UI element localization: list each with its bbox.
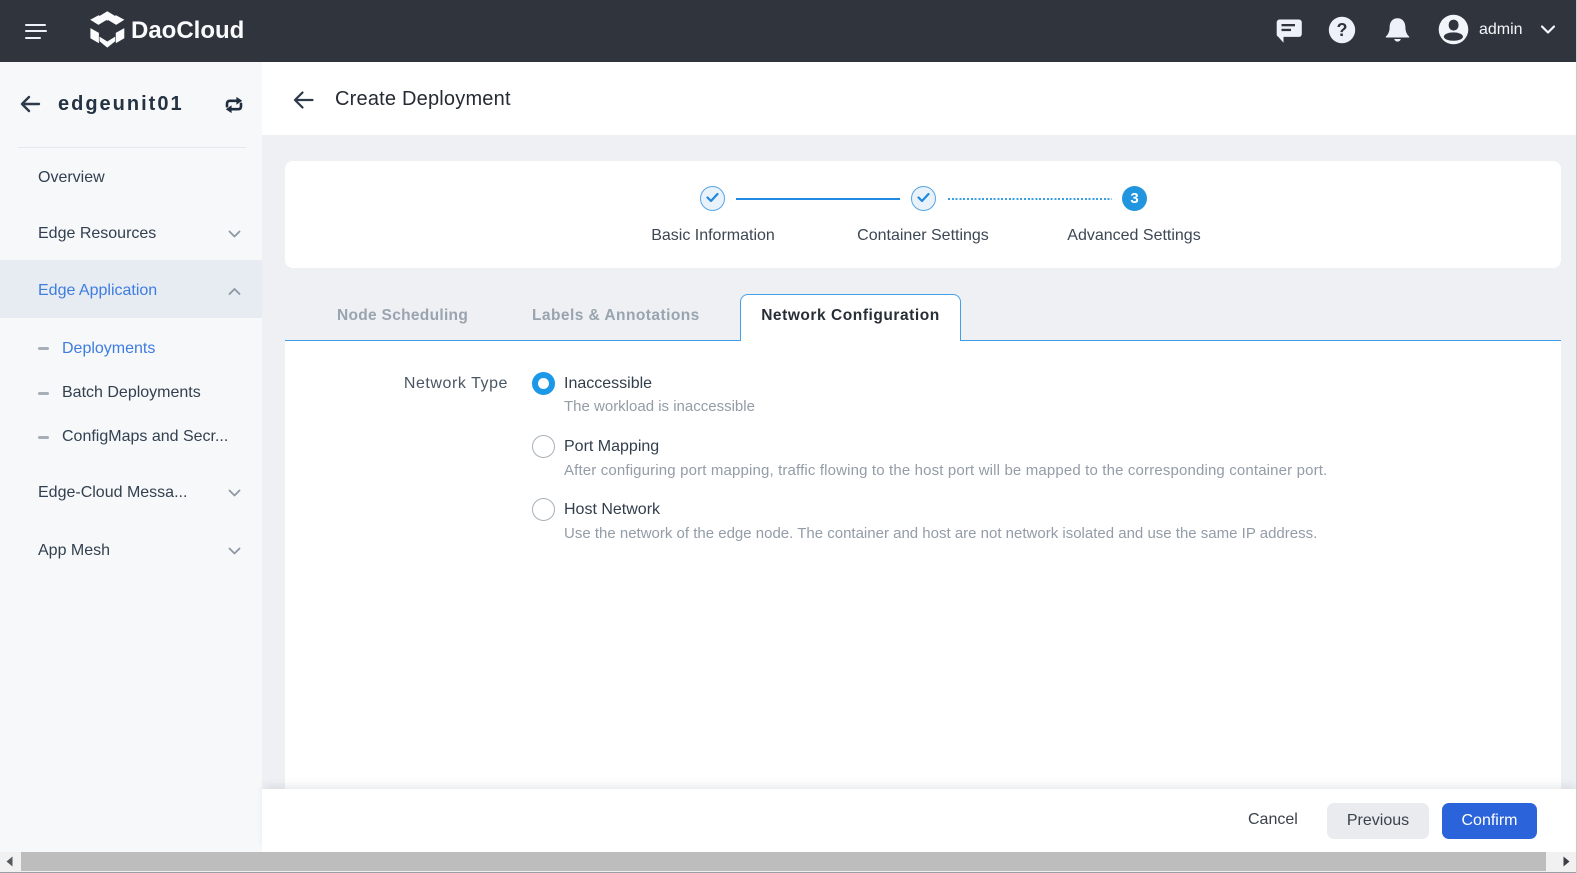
svg-text:?: ? (1337, 20, 1348, 40)
